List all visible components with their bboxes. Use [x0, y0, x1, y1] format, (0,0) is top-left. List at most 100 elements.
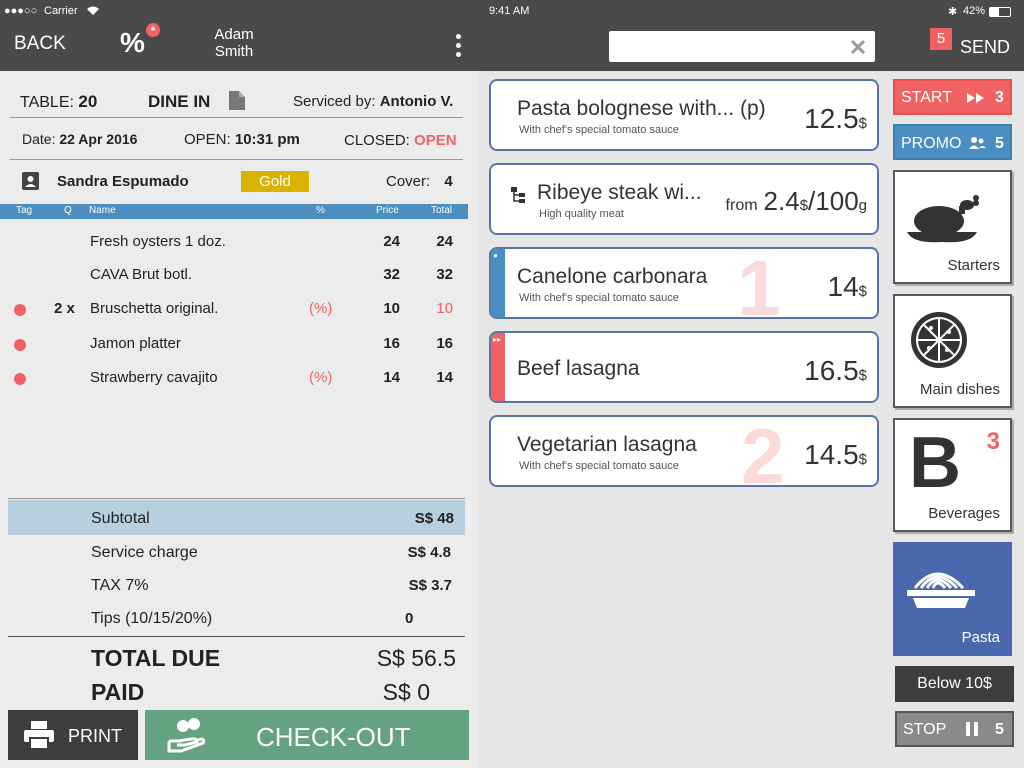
- dish-title: Ribeye steak wi...: [537, 181, 702, 204]
- print-label: PRINT: [68, 726, 122, 746]
- service-value: S$ 4.8: [407, 544, 451, 561]
- serviced-by: Serviced by: Antonio V.: [293, 93, 453, 110]
- category-beverages[interactable]: B 3 Beverages: [893, 418, 1012, 532]
- open-value: 10:31 pm: [234, 131, 300, 148]
- bluetooth-icon: ✱: [948, 6, 958, 18]
- item-price: 16: [383, 335, 400, 352]
- price-per-unit: g: [858, 197, 867, 214]
- item-price: 24: [383, 233, 400, 250]
- discount-button[interactable]: % *: [120, 23, 160, 59]
- print-button[interactable]: PRINT: [8, 710, 138, 760]
- printer-icon: [24, 721, 54, 749]
- status-time: 9:41 AM: [489, 5, 530, 17]
- dish-subtitle: High quality meat: [539, 208, 624, 220]
- category-pasta[interactable]: Pasta: [893, 542, 1012, 656]
- checkout-button[interactable]: CHECK-OUT: [145, 710, 469, 760]
- dish-subtitle: With chef's special tomato sauce: [519, 292, 679, 304]
- dish-price-value: 2.4: [763, 186, 800, 216]
- dish-price-currency: $: [858, 283, 867, 300]
- table-number[interactable]: TABLE: 20: [20, 92, 97, 112]
- dish-title: Canelone carbonara: [517, 265, 708, 288]
- fast-forward-icon: ▸▸: [493, 335, 502, 344]
- dish-card[interactable]: ● 1 Canelone carbonara With chef's special …: [489, 247, 879, 319]
- pasta-label: Pasta: [961, 629, 1000, 646]
- battery-icon: [989, 7, 1011, 17]
- course-number: 2: [741, 415, 785, 487]
- dish-title: Pasta bolognese with... (p): [517, 97, 766, 120]
- paid-label: PAID: [91, 679, 145, 705]
- fast-forward-icon: [967, 93, 984, 103]
- people-icon: ●: [493, 251, 498, 260]
- asterisk-icon: *: [146, 23, 160, 38]
- waiter-name[interactable]: Adam Smith: [200, 26, 268, 60]
- dish-card[interactable]: ▸▸ Beef lasagna 16.5$: [489, 331, 879, 403]
- col-tag: Tag: [16, 205, 33, 216]
- order-panel: TABLE: 20 DINE IN Serviced by: Antonio V…: [0, 71, 478, 768]
- subtotal-row: Subtotal S$ 48: [8, 500, 465, 535]
- main-dishes-label: Main dishes: [919, 381, 1000, 398]
- customer-name[interactable]: Sandra Espumado: [57, 173, 189, 190]
- below-10-filter-button[interactable]: Below 10$: [895, 666, 1014, 702]
- category-starters[interactable]: Starters: [893, 170, 1012, 284]
- dish-card[interactable]: Ribeye steak wi... High quality meat from 2…: [489, 163, 879, 235]
- item-name: Bruschetta original.: [90, 300, 219, 317]
- send-count-badge: 5: [930, 28, 952, 50]
- start-marker: ▸▸: [491, 333, 505, 401]
- paid-value: S$ 0: [382, 679, 430, 705]
- beverages-count: 3: [986, 428, 1000, 455]
- tips-label[interactable]: Tips (10/15/20%): [91, 610, 212, 628]
- loyalty-badge: Gold: [241, 171, 309, 192]
- start-label: START: [901, 89, 952, 106]
- cover-label: Cover:: [386, 173, 431, 190]
- waiter-last-name: Smith: [214, 43, 254, 60]
- dish-price-value: 14: [827, 271, 859, 302]
- category-main-dishes[interactable]: Main dishes: [893, 294, 1012, 408]
- cover-count[interactable]: Cover: 4: [386, 173, 453, 190]
- menu-topbar: 9:41 AM ✱ 42% 5 SEND: [478, 0, 1024, 71]
- starters-label: Starters: [947, 257, 1000, 274]
- col-total: Total: [431, 205, 453, 216]
- price-prefix: from: [725, 197, 758, 214]
- note-icon[interactable]: [229, 91, 245, 110]
- send-label: SEND: [960, 37, 1011, 57]
- date-label: Date:: [22, 131, 56, 147]
- course-number: 1: [737, 247, 781, 319]
- customer-icon: [22, 172, 39, 190]
- search-input[interactable]: [615, 36, 835, 56]
- total-due-label: TOTAL DUE: [91, 645, 221, 671]
- open-label: OPEN:: [184, 131, 231, 148]
- open-time: OPEN: 10:31 pm: [184, 131, 300, 148]
- dish-price-currency: $: [858, 451, 867, 468]
- clear-icon[interactable]: [850, 39, 866, 55]
- search-field[interactable]: [609, 31, 875, 62]
- service-label: Service charge: [91, 544, 198, 561]
- hierarchy-icon: [511, 187, 525, 203]
- dish-price-value: 16.5: [804, 355, 859, 386]
- dish-card[interactable]: Pasta bolognese with... (p) With chef's s…: [489, 79, 879, 151]
- tips-value[interactable]: 0: [405, 610, 413, 627]
- serviced-label: Serviced by:: [293, 93, 376, 110]
- item-discount: (%): [309, 300, 333, 317]
- item-name: Strawberry cavajito: [90, 369, 218, 386]
- back-button[interactable]: BACK: [14, 33, 66, 55]
- dish-price: 12.5$: [804, 103, 867, 135]
- more-menu-icon[interactable]: [456, 34, 462, 57]
- waiter-first-name: Adam: [214, 26, 254, 43]
- col-q: Q: [64, 205, 72, 216]
- dish-price: 14$: [828, 271, 868, 303]
- stop-label: STOP: [903, 721, 947, 738]
- cover-value: 4: [444, 173, 453, 190]
- dish-title: Vegetarian lasagna: [517, 433, 697, 456]
- promo-button[interactable]: PROMO 5: [893, 124, 1012, 160]
- dish-card[interactable]: 2 Vegetarian lasagna With chef's special t…: [489, 415, 879, 487]
- tag-dot-icon: [14, 304, 26, 316]
- stop-button[interactable]: STOP 5: [895, 711, 1014, 747]
- item-price: 14: [383, 369, 400, 386]
- dine-mode[interactable]: DINE IN: [148, 92, 210, 112]
- status-battery: 42%: [963, 5, 986, 17]
- col-price: Price: [376, 205, 399, 216]
- stop-count: 5: [995, 721, 1004, 738]
- start-button[interactable]: START 3: [893, 79, 1012, 115]
- wifi-icon: [87, 6, 99, 15]
- closed-status: CLOSED: OPEN: [344, 132, 457, 149]
